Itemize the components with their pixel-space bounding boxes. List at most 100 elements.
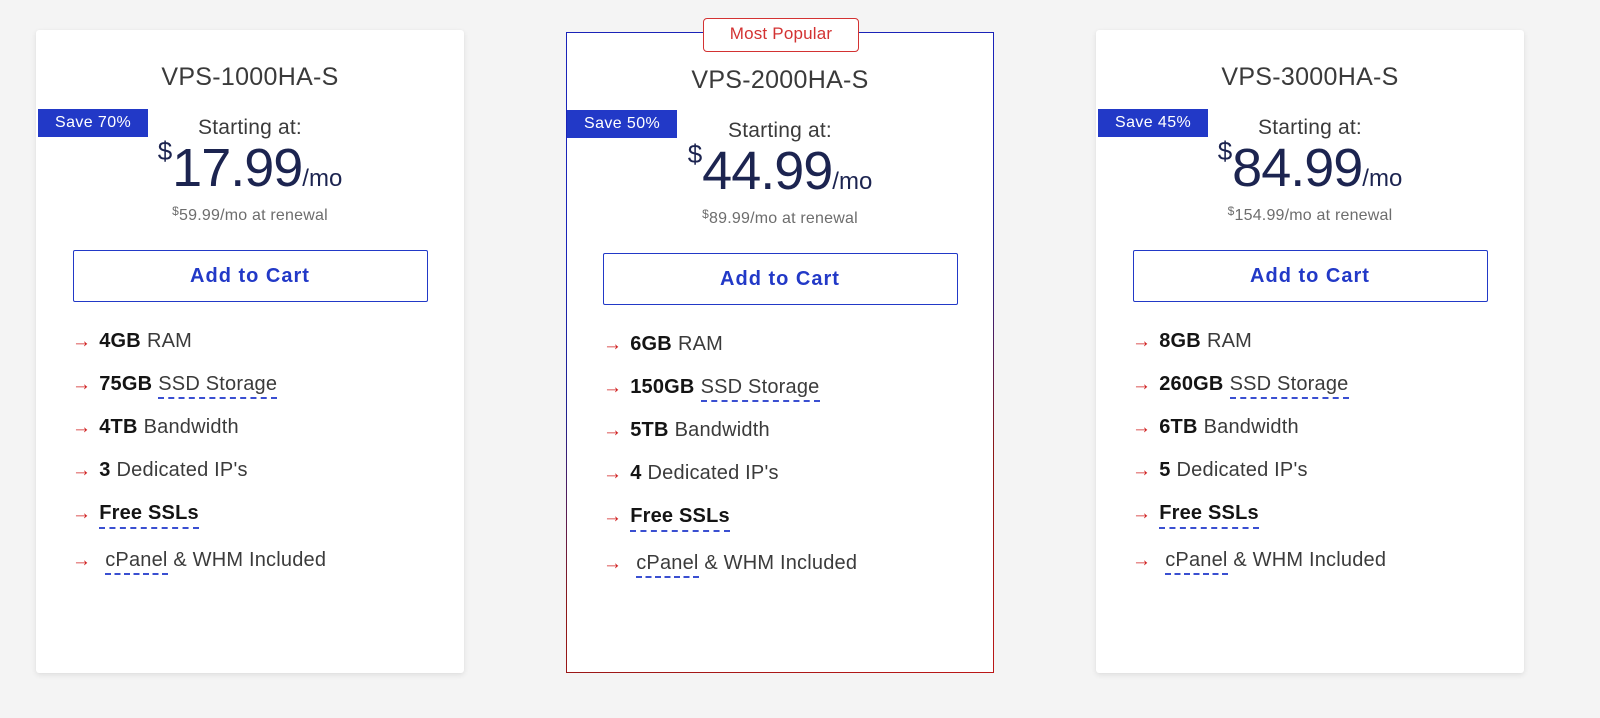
feature-value: 5 (1159, 459, 1171, 481)
save-badge: Save 45% (1098, 109, 1209, 137)
save-badge: Save 50% (567, 110, 678, 138)
most-popular-badge: Most Popular (703, 18, 859, 52)
price-amount: 17.99 (172, 138, 303, 198)
feature-value: 3 (99, 459, 111, 481)
list-item: → 6GB RAM (603, 333, 993, 356)
feature-value: 8GB (1159, 330, 1201, 352)
price-currency: $ (687, 139, 703, 169)
feature-label[interactable]: SSD Storage (158, 373, 278, 399)
list-item: → cPanel & WHM Included (603, 552, 993, 578)
renewal-text: 89.99/mo at renewal (709, 210, 858, 227)
renewal-text: 154.99/mo at renewal (1234, 207, 1393, 224)
price-line: $84.99/mo (1096, 138, 1524, 195)
renewal-price: $154.99/mo at renewal (1096, 204, 1524, 225)
feature-label[interactable]: cPanel (636, 552, 699, 578)
feature-list: → 4GB RAM → 75GB SSD Storage → 4TB Bandwidt… (36, 330, 464, 575)
list-item: → cPanel & WHM Included (72, 549, 464, 575)
cta-wrapper: Add to Cart (1096, 250, 1524, 302)
pricing-card-vps-3000ha-s[interactable]: VPS-3000HA-S Save 45% Starting at: $84.9… (1096, 30, 1524, 673)
feature-label: Dedicated IP's (647, 462, 779, 484)
list-item: → Free SSLs (72, 502, 464, 529)
pricing-card-vps-2000ha-s[interactable]: VPS-2000HA-S Save 50% Starting at: $44.9… (566, 32, 994, 673)
feature-label: RAM (1206, 330, 1252, 352)
list-item: → 3 Dedicated IP's (72, 459, 464, 482)
list-item: → 75GB SSD Storage (72, 373, 464, 399)
feature-value: 75GB (99, 373, 153, 395)
cta-wrapper: Add to Cart (567, 253, 993, 305)
feature-value[interactable]: Free SSLs (1159, 502, 1259, 529)
price-currency: $ (1217, 136, 1233, 166)
arrow-icon: → (603, 334, 623, 355)
feature-label[interactable]: cPanel (105, 549, 168, 575)
feature-value: 4 (630, 462, 642, 484)
feature-label-extra: & WHM Included (698, 552, 858, 574)
list-item: → 5TB Bandwidth (603, 419, 993, 442)
arrow-icon: → (1132, 550, 1152, 571)
feature-label: Bandwidth (1203, 416, 1299, 438)
price-currency: $ (157, 136, 173, 166)
arrow-icon: → (72, 550, 92, 571)
feature-label: Dedicated IP's (116, 459, 248, 481)
arrow-icon: → (1132, 331, 1152, 352)
add-to-cart-button[interactable]: Add to Cart (602, 253, 958, 305)
renewal-price: $59.99/mo at renewal (36, 204, 464, 225)
feature-value[interactable]: Free SSLs (99, 502, 199, 529)
feature-label-extra: & WHM Included (1227, 549, 1387, 571)
add-to-cart-button[interactable]: Add to Cart (72, 250, 428, 302)
arrow-icon: → (603, 420, 623, 441)
list-item: → 260GB SSD Storage (1132, 373, 1524, 399)
arrow-icon: → (603, 506, 623, 527)
list-item: → 150GB SSD Storage (603, 376, 993, 402)
arrow-icon: → (1132, 374, 1152, 395)
feature-label: Dedicated IP's (1176, 459, 1308, 481)
plan-title: VPS-1000HA-S (161, 63, 339, 91)
feature-value[interactable]: Free SSLs (630, 505, 730, 532)
renewal-price: $89.99/mo at renewal (567, 207, 993, 228)
feature-label: Bandwidth (143, 416, 239, 438)
arrow-icon: → (603, 553, 623, 574)
arrow-icon: → (1132, 503, 1152, 524)
renewal-text: 59.99/mo at renewal (179, 207, 328, 224)
feature-label[interactable]: SSD Storage (1229, 373, 1349, 399)
arrow-icon: → (72, 503, 92, 524)
arrow-icon: → (603, 463, 623, 484)
feature-value: 4GB (99, 330, 141, 352)
arrow-icon: → (1132, 460, 1152, 481)
feature-value: 150GB (630, 376, 695, 398)
price-line: $44.99/mo (567, 141, 993, 198)
feature-label: RAM (146, 330, 192, 352)
plan-title: VPS-3000HA-S (1221, 63, 1399, 91)
feature-value: 5TB (630, 419, 669, 441)
price-amount: 84.99 (1232, 138, 1363, 198)
feature-list: → 8GB RAM → 260GB SSD Storage → 6TB Bandwid… (1096, 330, 1524, 575)
arrow-icon: → (72, 374, 92, 395)
pricing-plans-row: VPS-1000HA-S Save 70% Starting at: $17.9… (0, 0, 1600, 718)
arrow-icon: → (603, 377, 623, 398)
add-to-cart-button[interactable]: Add to Cart (1132, 250, 1488, 302)
list-item: → 4TB Bandwidth (72, 416, 464, 439)
price-period: /mo (1362, 165, 1403, 192)
arrow-icon: → (1132, 417, 1152, 438)
arrow-icon: → (72, 417, 92, 438)
list-item: → cPanel & WHM Included (1132, 549, 1524, 575)
list-item: → Free SSLs (1132, 502, 1524, 529)
feature-value: 6TB (1159, 416, 1198, 438)
feature-label-extra: & WHM Included (167, 549, 327, 571)
arrow-icon: → (72, 460, 92, 481)
feature-label[interactable]: cPanel (1165, 549, 1228, 575)
feature-value: 6GB (630, 333, 672, 355)
save-badge: Save 70% (38, 109, 149, 137)
list-item: → Free SSLs (603, 505, 993, 532)
arrow-icon: → (72, 331, 92, 352)
list-item: → 8GB RAM (1132, 330, 1524, 353)
price-period: /mo (302, 165, 343, 192)
list-item: → 6TB Bandwidth (1132, 416, 1524, 439)
feature-list: → 6GB RAM → 150GB SSD Storage → 5TB Bandwid… (567, 333, 993, 578)
feature-value: 260GB (1159, 373, 1224, 395)
price-period: /mo (832, 168, 873, 195)
feature-label[interactable]: SSD Storage (700, 376, 820, 402)
price-line: $17.99/mo (36, 138, 464, 195)
pricing-card-vps-1000ha-s[interactable]: VPS-1000HA-S Save 70% Starting at: $17.9… (36, 30, 464, 673)
price-amount: 44.99 (702, 141, 833, 201)
feature-label: RAM (677, 333, 723, 355)
